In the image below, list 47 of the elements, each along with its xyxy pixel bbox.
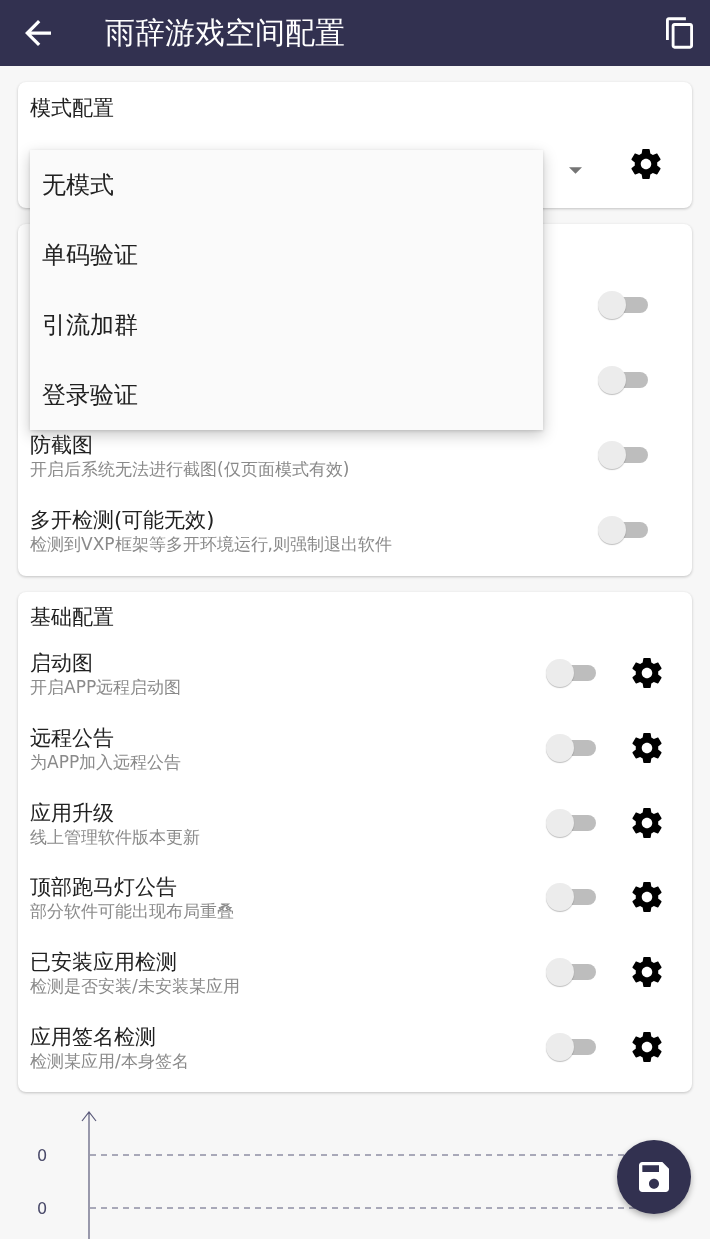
- settings-icon[interactable]: [632, 956, 662, 987]
- setting-title: 防截图: [30, 432, 93, 458]
- toggle-switch[interactable]: [546, 807, 596, 838]
- save-icon: [639, 1162, 669, 1192]
- setting-description: 检测某应用/本身签名: [30, 1049, 189, 1072]
- settings-icon[interactable]: [632, 882, 662, 913]
- settings-icon[interactable]: [632, 807, 662, 838]
- copy-icon[interactable]: [666, 17, 693, 49]
- settings-icon[interactable]: [631, 149, 661, 179]
- setting-description: 开启后系统无法进行截图(仅页面模式有效): [30, 457, 350, 480]
- page-title: 雨辞游戏空间配置: [105, 15, 345, 51]
- toggle-switch[interactable]: [546, 1031, 596, 1062]
- setting-title: 应用签名检测: [30, 1024, 156, 1050]
- setting-description: 为APP加入远程公告: [30, 751, 182, 773]
- setting-description: 线上管理软件版本更新: [30, 825, 200, 848]
- settings-icon[interactable]: [632, 1031, 662, 1062]
- setting-description: 部分软件可能出现布局重叠: [30, 900, 234, 923]
- setting-description: 检测到VXP框架等多开环境运行,则强制退出软件: [30, 532, 392, 555]
- back-arrow-icon[interactable]: [25, 20, 51, 46]
- toggle-switch[interactable]: [598, 439, 648, 470]
- setting-description: 检测是否安装/未安装某应用: [30, 974, 240, 997]
- section-title: 基础配置: [30, 604, 114, 630]
- toggle-switch[interactable]: [598, 364, 648, 395]
- settings-icon[interactable]: [632, 733, 662, 763]
- setting-title: 启动图: [30, 651, 93, 677]
- toggle-switch[interactable]: [546, 733, 596, 763]
- caret-icon[interactable]: [569, 166, 582, 174]
- settings-icon[interactable]: [632, 658, 662, 689]
- toggle-switch[interactable]: [598, 514, 648, 545]
- save-button[interactable]: [617, 1140, 691, 1214]
- section-title: 模式配置: [30, 95, 114, 121]
- toggle-switch[interactable]: [546, 658, 596, 689]
- setting-title: 应用升级: [30, 800, 114, 826]
- setting-title: 多开检测(可能无效): [30, 507, 215, 533]
- axis-label: 0: [36, 1146, 48, 1165]
- menu-item[interactable]: 无模式: [30, 150, 543, 220]
- menu-item[interactable]: 单码验证: [30, 220, 543, 290]
- menu-item[interactable]: 引流加群: [30, 290, 543, 360]
- axis-label: 0: [36, 1199, 48, 1218]
- setting-title: 顶部跑马灯公告: [30, 875, 177, 901]
- setting-title: 已安装应用检测: [30, 949, 177, 975]
- toggle-switch[interactable]: [546, 956, 596, 987]
- setting-title: 远程公告: [30, 726, 114, 751]
- menu-item[interactable]: 登录验证: [30, 360, 543, 430]
- toggle-switch[interactable]: [598, 289, 648, 320]
- setting-description: 开启APP远程启动图: [30, 676, 182, 699]
- toggle-switch[interactable]: [546, 882, 596, 913]
